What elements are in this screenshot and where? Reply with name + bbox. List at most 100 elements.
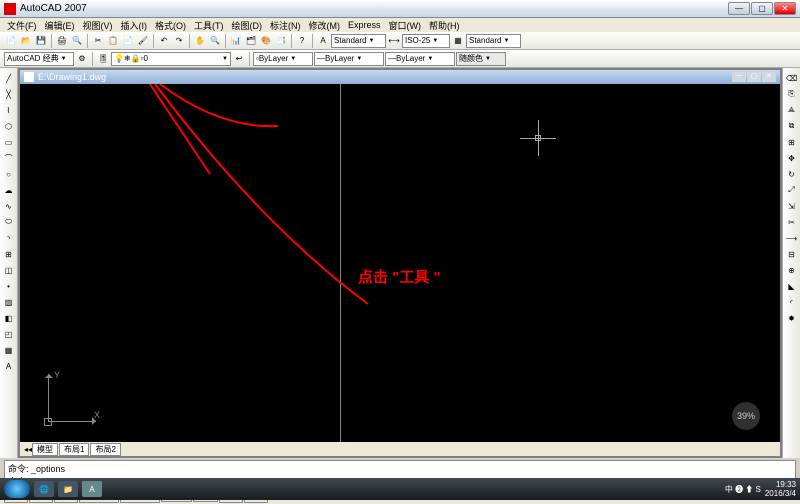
- taskbar-autocad-icon[interactable]: A: [82, 481, 102, 497]
- clock-date: 2016/3/4: [765, 489, 796, 498]
- maximize-button[interactable]: ▢: [751, 2, 773, 15]
- open-icon[interactable]: 📂: [19, 34, 33, 48]
- taskbar-browser-icon[interactable]: 🌐: [34, 481, 54, 497]
- table-icon[interactable]: ▦: [1, 342, 17, 358]
- explode-icon[interactable]: ✸: [784, 310, 800, 326]
- menu-view[interactable]: 视图(V): [80, 19, 116, 32]
- textstyle-dropdown[interactable]: Standard▼: [331, 34, 386, 48]
- toolpalette-icon[interactable]: 🎨: [259, 34, 273, 48]
- copy-icon[interactable]: 📋: [106, 34, 120, 48]
- linetype-dropdown[interactable]: —ByLayer▼: [314, 52, 384, 66]
- gradient-icon[interactable]: ◧: [1, 310, 17, 326]
- tab-layout1[interactable]: 布局1: [59, 443, 89, 456]
- extend-icon[interactable]: ⟶: [784, 230, 800, 246]
- sheetset-icon[interactable]: 📑: [274, 34, 288, 48]
- help-icon[interactable]: ?: [295, 34, 309, 48]
- mirror-icon[interactable]: ⟁: [784, 102, 800, 118]
- menu-modify[interactable]: 修改(M): [306, 19, 344, 32]
- menu-format[interactable]: 格式(O): [152, 19, 189, 32]
- doc-minimize-button[interactable]: —: [732, 72, 746, 82]
- trim-icon[interactable]: ✂: [784, 214, 800, 230]
- rotate-icon[interactable]: ↻: [784, 166, 800, 182]
- layer-manager-icon[interactable]: 🎚: [96, 52, 110, 66]
- workspace-settings-icon[interactable]: ⚙: [75, 52, 89, 66]
- designcenter-icon[interactable]: 🗂: [244, 34, 258, 48]
- close-button[interactable]: ✕: [774, 2, 796, 15]
- drawing-canvas[interactable]: 点击 "工具 " Y X 39%: [20, 84, 780, 442]
- dimstyle-dropdown[interactable]: ISO-25▼: [402, 34, 450, 48]
- offset-icon[interactable]: ⧉: [784, 118, 800, 134]
- revcloud-icon[interactable]: ☁: [1, 182, 17, 198]
- doc-title: E:\Drawing1.dwg: [38, 72, 106, 82]
- menu-window[interactable]: 窗口(W): [386, 19, 425, 32]
- erase-icon[interactable]: ⌫: [784, 70, 800, 86]
- preview-icon[interactable]: 🔍: [70, 34, 84, 48]
- text-icon[interactable]: A: [316, 34, 330, 48]
- nav-disc[interactable]: 39%: [732, 402, 760, 430]
- redo-icon[interactable]: ↷: [172, 34, 186, 48]
- array-icon[interactable]: ⊞: [784, 134, 800, 150]
- point-icon[interactable]: •: [1, 278, 17, 294]
- pan-icon[interactable]: ✋: [193, 34, 207, 48]
- region-icon[interactable]: ◰: [1, 326, 17, 342]
- start-button[interactable]: [4, 480, 30, 498]
- menu-help[interactable]: 帮助(H): [426, 19, 463, 32]
- minimize-button[interactable]: —: [728, 2, 750, 15]
- doc-maximize-button[interactable]: ▢: [747, 72, 761, 82]
- save-icon[interactable]: 💾: [34, 34, 48, 48]
- paste-icon[interactable]: 📄: [121, 34, 135, 48]
- arc-icon[interactable]: ⌒: [1, 150, 17, 166]
- tab-model[interactable]: 模型: [32, 443, 58, 456]
- layer-dropdown[interactable]: 💡❄🔒▫0▼: [111, 52, 231, 66]
- clock-time[interactable]: 19:33: [765, 480, 796, 489]
- copyobj-icon[interactable]: ⎘: [784, 86, 800, 102]
- tray-ime[interactable]: 中 ➋ ⬆ S: [725, 484, 761, 495]
- layer-prev-icon[interactable]: ↩: [232, 52, 246, 66]
- rectangle-icon[interactable]: ▭: [1, 134, 17, 150]
- ellipse-icon[interactable]: ⬭: [1, 214, 17, 230]
- block-icon[interactable]: ◫: [1, 262, 17, 278]
- lineweight-dropdown[interactable]: —ByLayer▼: [385, 52, 455, 66]
- zoom-icon[interactable]: 🔍: [208, 34, 222, 48]
- stretch-icon[interactable]: ⇲: [784, 198, 800, 214]
- tab-layout2[interactable]: 布局2: [90, 443, 120, 456]
- plotstyle-dropdown[interactable]: 随颜色▼: [456, 52, 506, 66]
- join-icon[interactable]: ⊕: [784, 262, 800, 278]
- menu-tools[interactable]: 工具(T): [191, 19, 227, 32]
- xline-icon[interactable]: ╳: [1, 86, 17, 102]
- dim-icon[interactable]: ⟷: [387, 34, 401, 48]
- chamfer-icon[interactable]: ◣: [784, 278, 800, 294]
- move-icon[interactable]: ✥: [784, 150, 800, 166]
- polyline-icon[interactable]: ⌇: [1, 102, 17, 118]
- menu-express[interactable]: Express: [345, 20, 384, 30]
- tablestyle-dropdown[interactable]: Standard▼: [466, 34, 521, 48]
- cut-icon[interactable]: ✂: [91, 34, 105, 48]
- ellipsearc-icon[interactable]: ◝: [1, 230, 17, 246]
- workspace-dropdown[interactable]: AutoCAD 经典▼: [4, 52, 74, 66]
- menu-draw[interactable]: 绘图(D): [229, 19, 266, 32]
- menu-dimension[interactable]: 标注(N): [267, 19, 304, 32]
- spline-icon[interactable]: ∿: [1, 198, 17, 214]
- circle-icon[interactable]: ○: [1, 166, 17, 182]
- polygon-icon[interactable]: ⬡: [1, 118, 17, 134]
- fillet-icon[interactable]: ◜: [784, 294, 800, 310]
- doc-close-button[interactable]: ✕: [762, 72, 776, 82]
- new-icon[interactable]: 📄: [4, 34, 18, 48]
- line-icon[interactable]: ╱: [1, 70, 17, 86]
- tab-nav-prev-icon[interactable]: ◂◂: [24, 445, 32, 454]
- undo-icon[interactable]: ↶: [157, 34, 171, 48]
- menu-file[interactable]: 文件(F): [4, 19, 40, 32]
- mtext-icon[interactable]: A: [1, 358, 17, 374]
- scale-icon[interactable]: ⤢: [784, 182, 800, 198]
- menu-edit[interactable]: 编辑(E): [42, 19, 78, 32]
- color-dropdown[interactable]: ▫ByLayer▼: [253, 52, 313, 66]
- insert-icon[interactable]: ⊞: [1, 246, 17, 262]
- break-icon[interactable]: ⊟: [784, 246, 800, 262]
- match-icon[interactable]: 🖌: [136, 34, 150, 48]
- table-icon[interactable]: ▦: [451, 34, 465, 48]
- hatch-icon[interactable]: ▨: [1, 294, 17, 310]
- print-icon[interactable]: 🖨: [55, 34, 69, 48]
- taskbar-explorer-icon[interactable]: 📁: [58, 481, 78, 497]
- properties-icon[interactable]: 📊: [229, 34, 243, 48]
- menu-insert[interactable]: 插入(I): [118, 19, 151, 32]
